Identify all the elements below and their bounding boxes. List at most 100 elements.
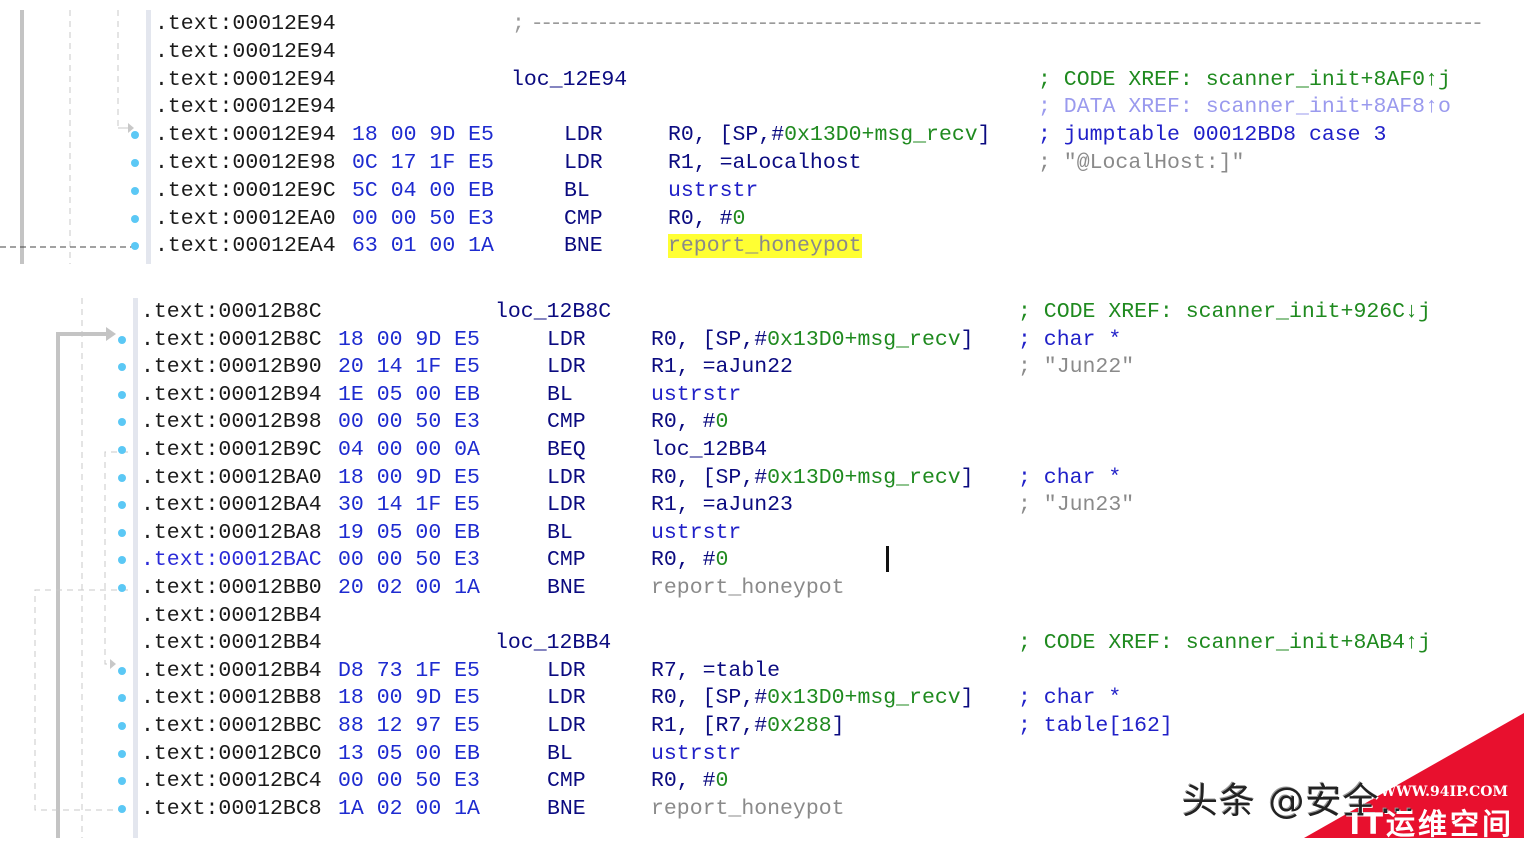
operand-token[interactable]: R0, [SP,# [651,686,767,710]
operand-token[interactable]: R0, # [651,769,716,793]
operand-token[interactable]: 0 [716,410,729,434]
disassembly-line[interactable]: .text:00012EA0 00 00 50 E3 CMP R0, #0 [0,205,1524,233]
opcode-bytes: 5C 04 00 EB [352,178,494,203]
disassembly-line[interactable]: .text:00012B90 20 14 1F E5 LDR R1, =aJun22;… [0,353,1524,381]
operand-token[interactable]: R7, =table [651,659,780,683]
operand-token[interactable]: ] [961,686,974,710]
breakpoint-dot-icon [131,131,139,140]
disassembly-line[interactable]: .text:00012E94 ; ------------------------… [0,10,1524,38]
operand-token[interactable]: R0, [SP,# [651,466,767,490]
disassembly-line[interactable]: .text:00012BAC 00 00 50 E3 CMP R0, #0 [0,546,1524,574]
text-cursor [886,546,889,572]
operand-token[interactable]: report_honeypot [651,576,845,600]
breakpoint-dot-icon [118,528,126,537]
opcode-bytes: 13 05 00 EB [338,741,480,766]
operand-token[interactable]: ustrstr [651,383,741,407]
disassembly-line[interactable]: .text:00012B9C 04 00 00 0A BEQ loc_12BB4 [0,436,1524,464]
address: .text:00012E94 [155,12,336,36]
mnemonic: BL [547,382,573,407]
disassembly-line[interactable]: .text:00012BB4 [0,602,1524,630]
address: .text:00012B94 [141,382,322,407]
code-label: loc_12BB4 [495,631,612,656]
disassembly-line[interactable]: .text:00012E9C 5C 04 00 EB BL ustrstr [0,177,1524,205]
operand-token[interactable]: R0, # [668,207,733,231]
disassembly-line[interactable]: .text:00012B94 1E 05 00 EB BL ustrstr [0,381,1524,409]
disassembly-line[interactable]: .text:00012BB8 18 00 9D E5 LDR R0, [SP,#0x1… [0,684,1524,712]
operand-token[interactable]: R0, [SP,# [668,123,784,147]
operands: report_honeypot [651,574,845,602]
operand-token[interactable]: 0x13D0+msg_recv [767,686,961,710]
operand-token[interactable]: loc_12BB4 [651,438,767,462]
disassembly-line[interactable]: .text:00012BB4 D8 73 1F E5 LDR R7, =table [0,657,1524,685]
code-label: loc_12E94 [511,67,628,92]
breakpoint-dot-icon [131,186,139,195]
disassembly-line[interactable]: .text:00012E98 0C 17 1F E5 LDR R1, =aLocalh… [0,149,1524,177]
operand-token[interactable]: report_honeypot [668,234,862,259]
operands: ustrstr [668,177,758,205]
opcode-bytes: 1E 05 00 EB [338,382,480,407]
operand-token[interactable]: 0x13D0+msg_recv [784,123,978,147]
address: .text:00012BAC [141,548,322,573]
disassembly-line[interactable]: .text:00012BA8 19 05 00 EB BL ustrstr [0,519,1524,547]
disassembly-line[interactable]: .text:00012B8C 18 00 9D E5 LDR R0, [SP,#0x1… [0,326,1524,354]
operand-token[interactable]: R1, =aJun23 [651,493,793,517]
disassembly-line[interactable]: .text:00012E94 18 00 9D E5 LDR R0, [SP,#0x1… [0,121,1524,149]
breakpoint-dot-icon [118,584,126,592]
breakpoint-dot-icon [118,749,126,758]
comment: ; CODE XREF: scanner_init+8AB4↑j [1018,629,1431,657]
address: .text:00012B8C [141,300,322,324]
operand-token[interactable]: 0 [716,548,729,572]
operand-token[interactable]: 0x13D0+msg_recv [767,328,961,352]
operands: R0, [SP,#0x13D0+msg_recv] [651,684,974,712]
opcode-bytes: 88 12 97 E5 [338,714,480,738]
comment: ; char * [1018,464,1121,492]
operand-token[interactable]: ] [961,466,974,490]
operand-token[interactable]: ] [961,328,974,352]
disassembly-line[interactable]: .text:00012B98 00 00 50 E3 CMP R0, #0 [0,408,1524,436]
comment: ; "@LocalHost:]" [1038,149,1244,177]
opcode-bytes: 18 00 9D E5 [352,123,494,148]
operand-token[interactable]: R1, =aLocalhost [668,151,862,175]
opcode-bytes: 00 00 50 E3 [352,206,494,231]
disassembly-line[interactable]: .text:00012E94 loc_12E94 ; CODE XREF: scan… [0,66,1524,94]
disassembly-line[interactable]: .text:00012BB0 20 02 00 1A BNE report_honey… [0,574,1524,602]
comment-text: ; --------------------------------------… [512,12,1484,36]
operand-token[interactable]: R0, # [651,410,716,434]
operand-token[interactable]: ustrstr [668,179,758,203]
operands: R0, #0 [651,767,728,795]
operands: ustrstr [651,381,741,409]
operand-token[interactable]: 0x288 [767,714,832,738]
operand-token[interactable]: R1, =aJun22 [651,355,793,379]
disassembly-line[interactable]: .text:00012BB4 loc_12BB4 ; CODE XREF: scan… [0,629,1524,657]
disassembly-line[interactable]: .text:00012EA4 63 01 00 1A BNE report_honey… [0,232,1524,260]
comment: ; jumptable 00012BD8 case 3 [1038,121,1386,149]
operand-token[interactable]: ustrstr [651,521,741,545]
operand-token[interactable]: 0x13D0+msg_recv [767,466,961,490]
address: .text:00012BB4 [141,603,322,628]
operands: loc_12BB4 [651,436,767,464]
operand-token[interactable]: ] [832,714,845,738]
address: .text:00012B90 [141,355,322,380]
mnemonic: CMP [564,206,603,231]
comment: ; char * [1018,326,1121,354]
operand-token[interactable]: report_honeypot [651,797,845,821]
operand-token[interactable]: 0 [716,769,729,793]
operand-token[interactable]: ustrstr [651,742,741,766]
operand-token[interactable]: R1, [R7,# [651,714,767,738]
mnemonic: LDR [547,355,586,380]
disassembly-line[interactable]: .text:00012BA0 18 00 9D E5 LDR R0, [SP,#0x1… [0,464,1524,492]
disassembly-line[interactable]: .text:00012B8C loc_12B8C ; CODE XREF: scan… [0,298,1524,326]
comment: ; --------------------------------------… [512,10,1484,38]
address: .text:00012BA8 [141,520,322,545]
breakpoint-dot-icon [118,804,126,813]
opcode-bytes: 1A 02 00 1A [338,796,480,821]
disassembly-line[interactable]: .text:00012BA4 30 14 1F E5 LDR R1, =aJun23;… [0,491,1524,519]
comment-text: ; "Jun22" [1018,355,1135,380]
disassembly-line[interactable]: .text:00012E94 ; DATA XREF: scanner_init+… [0,93,1524,121]
operand-token[interactable]: R0, # [651,548,716,572]
operand-token[interactable]: 0 [733,207,746,231]
operand-token[interactable]: ] [978,123,991,147]
operand-token[interactable]: R0, [SP,# [651,328,767,352]
disassembly-line[interactable]: .text:00012E94 [0,38,1524,66]
operands: R0, [SP,#0x13D0+msg_recv] [651,464,974,492]
